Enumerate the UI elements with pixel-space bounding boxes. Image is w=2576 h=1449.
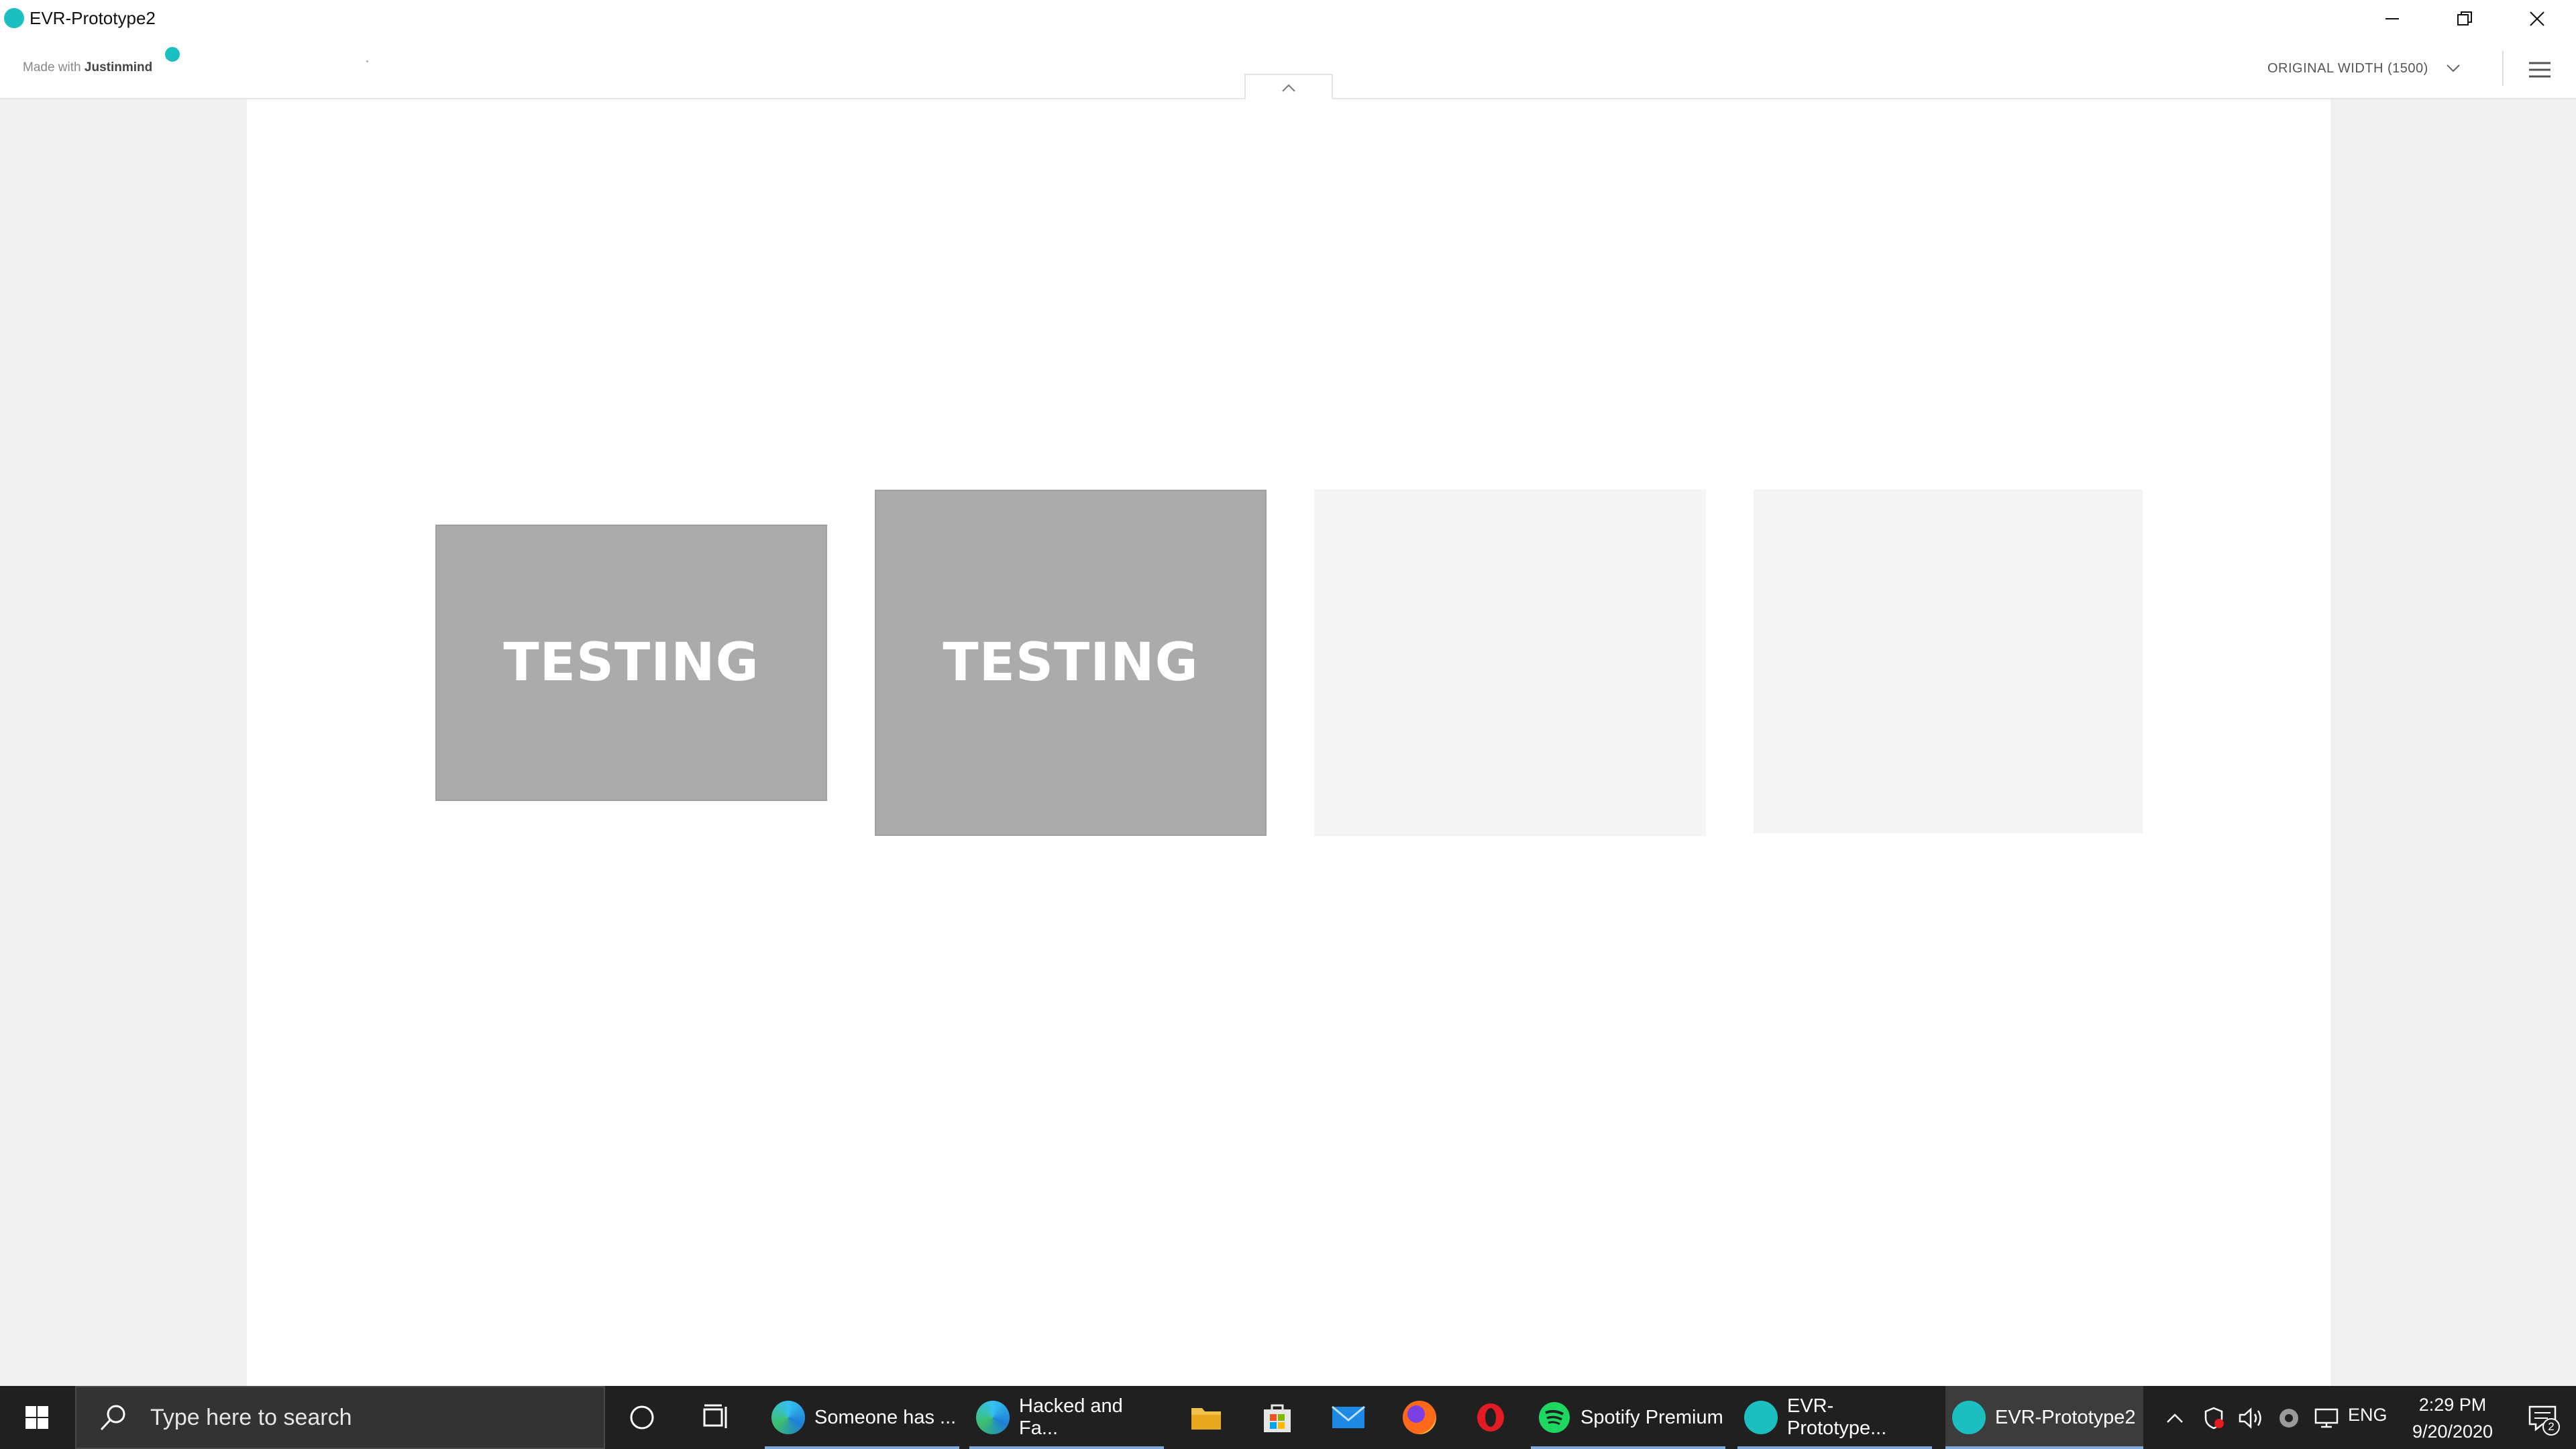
justinmind-icon [1744,1401,1778,1434]
taskbar-app-justinmind-1[interactable]: EVR-Prototype... [1737,1386,1932,1449]
placeholder-card-4[interactable] [1754,490,2143,833]
collapse-toolbar-button[interactable] [1244,74,1333,101]
taskbar-search-box[interactable]: Type here to search [75,1386,605,1449]
mail-icon [1332,1405,1365,1428]
taskbar-app-edge-2[interactable]: Hacked and Fa... [969,1386,1164,1449]
taskbar-app-mail[interactable] [1313,1386,1383,1449]
taskbar-app-file-explorer[interactable] [1171,1386,1241,1449]
taskbar-app-label: EVR-Prototype... [1787,1395,1887,1439]
notification-count-badge: 2 [2542,1418,2560,1436]
taskbar-app-spotify[interactable]: Spotify Premium [1531,1386,1725,1449]
windows-logo-icon [25,1406,48,1429]
made-with-prefix: Made with [23,60,81,74]
show-hidden-icons-button[interactable] [2160,1403,2190,1433]
restore-icon [2457,11,2472,25]
taskbar-app-label: Spotify Premium [1580,1406,1723,1428]
taskbar-app-label: Someone has ... [814,1406,957,1428]
volume-button[interactable] [2237,1403,2266,1433]
toolbar-divider [2502,51,2504,86]
window-title-bar: EVR-Prototype2 [0,0,2576,38]
prototype-canvas: TESTING TESTING [247,99,2330,1386]
card-label: TESTING [503,633,759,693]
cortana-button[interactable] [607,1386,677,1449]
taskbar-app-store[interactable] [1242,1386,1312,1449]
justinmind-icon [1952,1401,1986,1434]
cortana-icon [630,1405,654,1430]
chevron-up-icon [1282,84,1295,92]
tray-security-button[interactable] [2199,1403,2229,1433]
window-title: EVR-Prototype2 [30,8,156,28]
tray-sync-button[interactable] [2274,1403,2304,1433]
running-indicator [1531,1446,1725,1449]
divider-dot [366,60,368,62]
spotify-icon [1539,1402,1570,1433]
volume-icon [2239,1407,2261,1429]
taskbar-app-label: Hacked and Fa... [1019,1395,1123,1439]
restore-button[interactable] [2428,0,2501,38]
clock-time: 2:29 PM [2418,1395,2487,1415]
close-button[interactable] [2501,0,2573,38]
search-placeholder: Type here to search [150,1404,352,1430]
placeholder-card-3[interactable] [1314,490,1706,836]
taskbar-app-justinmind-2[interactable]: EVR-Prototype2 [1945,1386,2143,1449]
store-icon [1264,1404,1291,1432]
taskbar-app-edge-1[interactable]: Someone has ... [765,1386,959,1449]
firefox-icon [1403,1401,1436,1434]
sync-icon [2279,1409,2298,1428]
minimize-button[interactable] [2356,0,2428,38]
prototype-toolbar: Made with Justinmind ORIGINAL WIDTH (150… [0,38,2576,101]
chevron-up-icon [2167,1413,2183,1423]
edge-icon [771,1401,805,1434]
justinmind-app-icon [4,8,24,28]
task-view-icon [703,1404,727,1428]
justinmind-logo-icon [165,47,180,62]
file-explorer-icon [1191,1408,1221,1430]
made-with-justinmind[interactable]: Made with Justinmind [23,58,152,78]
running-indicator [969,1446,1164,1449]
testing-card-2[interactable]: TESTING [875,490,1267,836]
network-button[interactable] [2312,1403,2341,1433]
task-view-button[interactable] [682,1386,751,1449]
taskbar-app-label: EVR-Prototype2 [1995,1406,2136,1428]
search-icon [100,1405,125,1431]
minimize-icon [2385,18,2399,19]
opera-icon [1477,1403,1504,1432]
running-indicator [1737,1446,1932,1449]
chevron-down-icon [2447,64,2460,72]
close-icon [2530,11,2544,26]
network-icon [2314,1408,2339,1428]
taskbar-app-firefox[interactable] [1385,1386,1454,1449]
shield-alert-icon [2204,1407,2224,1430]
input-language-indicator[interactable]: ENG [2348,1405,2387,1426]
width-dropdown[interactable]: ORIGINAL WIDTH (1500) [2267,52,2489,85]
clock-date: 9/20/2020 [2412,1421,2493,1442]
hamburger-icon [2529,62,2551,78]
width-dropdown-value: ORIGINAL WIDTH (1500) [2267,60,2428,76]
menu-button[interactable] [2520,54,2560,86]
running-indicator [765,1446,959,1449]
start-button[interactable] [0,1386,74,1449]
windows-taskbar: Type here to search Someone has ... Hack… [0,1386,2576,1449]
system-tray: ENG 2:29 PM 9/20/2020 2 [2147,1386,2576,1449]
taskbar-app-opera[interactable] [1456,1386,1525,1449]
action-center-button[interactable]: 2 [2522,1398,2563,1438]
running-indicator [1945,1446,2143,1449]
testing-card-1[interactable]: TESTING [435,525,827,801]
edge-icon [976,1401,1010,1434]
brand-name: Justinmind [84,60,153,74]
taskbar-clock[interactable]: 2:29 PM 9/20/2020 [2399,1391,2506,1445]
card-label: TESTING [943,633,1199,693]
